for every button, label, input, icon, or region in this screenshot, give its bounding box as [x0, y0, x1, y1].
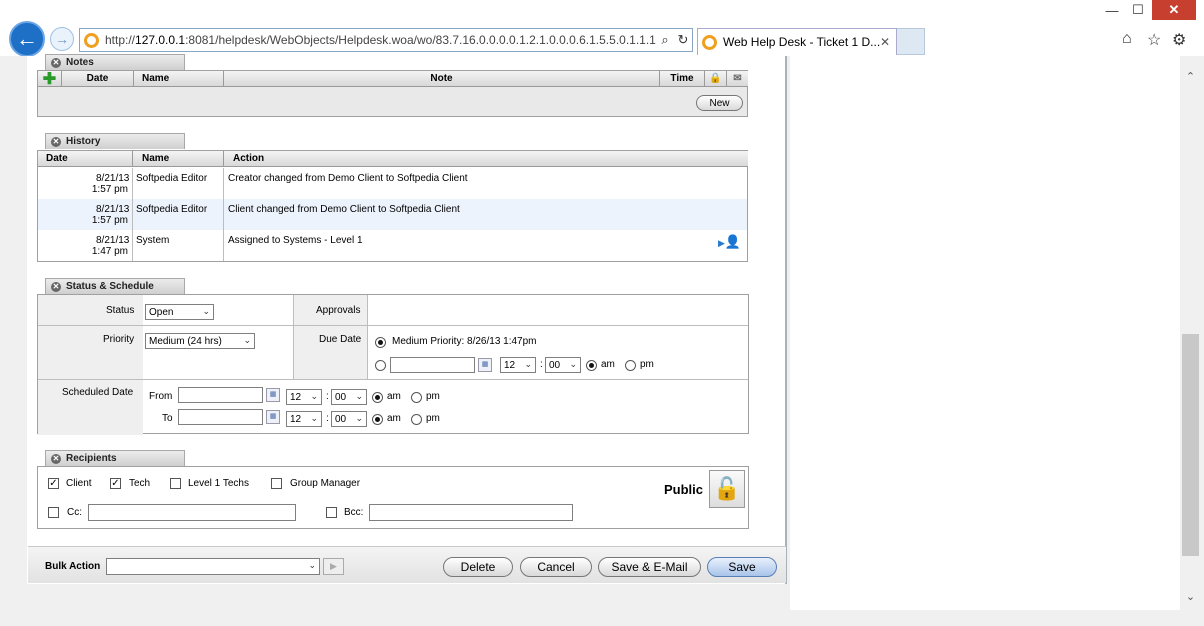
to-pm-radio[interactable]	[411, 414, 422, 425]
history-col-name[interactable]: Name	[133, 151, 224, 167]
due-am-radio[interactable]	[586, 360, 597, 371]
scroll-up-icon[interactable]: ⌃	[1181, 70, 1200, 84]
collapse-icon[interactable]: ✕	[51, 453, 61, 464]
lock-icon: 🔒	[705, 71, 727, 87]
status-select[interactable]: Open ⌄	[145, 304, 214, 320]
history-header[interactable]: ✕ History	[45, 133, 185, 149]
calendar-icon[interactable]: ▦	[266, 410, 280, 424]
tab-close-icon[interactable]: ✕	[880, 35, 896, 49]
table-row[interactable]: 8/21/13 1:57 pm Softpedia Editor Client …	[38, 199, 747, 230]
history-col-action[interactable]: Action	[224, 151, 748, 167]
scroll-down-icon[interactable]: ⌄	[1181, 590, 1200, 604]
bulk-action-label: Bulk Action	[45, 561, 101, 572]
calendar-icon[interactable]: ▦	[478, 358, 492, 372]
history-panel: Date Name Action 8/21/13 1:57 pm Softped…	[37, 150, 748, 262]
to-date-input[interactable]	[178, 409, 263, 425]
save-button[interactable]: Save	[707, 557, 777, 577]
collapse-icon[interactable]: ✕	[51, 136, 61, 147]
recipients-header[interactable]: ✕ Recipients	[45, 450, 185, 466]
due-priority-text: Medium Priority: 8/26/13 1:47pm	[392, 336, 537, 347]
site-favicon-icon	[84, 32, 99, 48]
group-manager-checkbox[interactable]	[271, 478, 282, 489]
priority-label: Priority	[103, 334, 135, 345]
from-date-input[interactable]	[178, 387, 263, 403]
back-arrow-icon: ←	[16, 26, 38, 51]
close-window-button[interactable]: ✕	[1152, 0, 1196, 20]
to-minute-select[interactable]: 00 ⌄	[331, 411, 367, 427]
right-pane	[790, 56, 1180, 610]
notes-col-name[interactable]: Name	[134, 71, 224, 87]
mail-icon: ✉	[727, 71, 748, 87]
due-priority-radio[interactable]	[375, 337, 386, 348]
bulk-action-select[interactable]: ⌄	[106, 558, 320, 575]
status-schedule-header[interactable]: ✕ Status & Schedule	[45, 278, 185, 294]
notes-col-date[interactable]: Date	[62, 71, 134, 87]
new-tab-button[interactable]	[897, 28, 925, 55]
unlock-icon[interactable]: 🔓	[709, 470, 745, 508]
tech-checkbox[interactable]: ✓	[110, 478, 121, 489]
gear-icon[interactable]: ⚙	[1172, 30, 1186, 50]
notes-header[interactable]: ✕ Notes	[45, 54, 185, 70]
recipients-panel: ✓ Client ✓ Tech Level 1 Techs Group Mana…	[37, 466, 749, 529]
scheduled-date-label: Scheduled Date	[62, 387, 134, 398]
address-text: http://127.0.0.1:8081/helpdesk/WebObject…	[105, 33, 656, 47]
history-col-date[interactable]: Date	[38, 151, 133, 167]
back-button[interactable]: ←	[9, 21, 45, 57]
bulk-action-go-button[interactable]: ▶	[323, 558, 344, 575]
forward-button[interactable]: →	[50, 27, 74, 51]
browser-tab[interactable]: Web Help Desk - Ticket 1 D... ✕	[697, 28, 897, 55]
table-row[interactable]: 8/21/13 1:57 pm Softpedia Editor Creator…	[38, 168, 747, 199]
due-date-label: Due Date	[319, 334, 362, 345]
add-note-icon[interactable]: ✚	[38, 71, 62, 88]
collapse-icon[interactable]: ✕	[51, 57, 61, 68]
cc-checkbox[interactable]	[48, 507, 59, 518]
bcc-checkbox[interactable]	[326, 507, 337, 518]
status-schedule-panel: Status Open ⌄ Approvals Priority Medium (…	[37, 294, 749, 435]
notes-col-time[interactable]: Time	[660, 71, 705, 87]
from-hour-select[interactable]: 12 ⌄	[286, 389, 322, 405]
chevron-down-icon: ⌄	[308, 560, 316, 570]
minimize-button[interactable]: —	[1100, 0, 1124, 20]
chevron-down-icon: ⌄	[243, 335, 251, 345]
calendar-icon[interactable]: ▦	[266, 388, 280, 402]
notes-panel: ✚ Date Name Note Time 🔒 ✉ New	[37, 70, 748, 117]
refresh-icon[interactable]: ↻	[674, 32, 692, 48]
priority-select[interactable]: Medium (24 hrs) ⌄	[145, 333, 255, 349]
collapse-icon[interactable]: ✕	[51, 281, 61, 292]
due-hour-select[interactable]: 12 ⌄	[500, 357, 536, 373]
scrollbar-thumb[interactable]	[1182, 334, 1199, 556]
approvals-label: Approvals	[316, 305, 361, 316]
chevron-down-icon: ⌄	[202, 306, 210, 316]
tab-title: Web Help Desk - Ticket 1 D...	[723, 35, 880, 49]
status-label: Status	[106, 305, 135, 316]
delete-button[interactable]: Delete	[443, 557, 513, 577]
due-minute-select[interactable]: 00 ⌄	[545, 357, 581, 373]
client-checkbox[interactable]: ✓	[48, 478, 59, 489]
maximize-button[interactable]: ☐	[1126, 0, 1150, 20]
level1-techs-checkbox[interactable]	[170, 478, 181, 489]
from-pm-radio[interactable]	[411, 392, 422, 403]
new-note-button[interactable]: New	[696, 95, 743, 111]
table-row[interactable]: 8/21/13 1:47 pm System Assigned to Syste…	[38, 230, 747, 261]
from-minute-select[interactable]: 00 ⌄	[331, 389, 367, 405]
home-icon[interactable]: ⌂	[1122, 30, 1132, 48]
assign-user-icon[interactable]: ▶👤	[718, 234, 741, 250]
forward-arrow-icon: →	[55, 31, 69, 47]
tab-favicon-icon	[702, 34, 717, 50]
favorites-star-icon[interactable]: ☆	[1147, 30, 1161, 50]
to-am-radio[interactable]	[372, 414, 383, 425]
save-email-button[interactable]: Save & E-Mail	[598, 557, 701, 577]
from-am-radio[interactable]	[372, 392, 383, 403]
search-icon[interactable]: ⌕	[656, 32, 674, 48]
due-custom-radio[interactable]	[375, 360, 386, 371]
visibility-label: Public	[664, 482, 704, 497]
bcc-input[interactable]	[369, 504, 573, 521]
cancel-button[interactable]: Cancel	[520, 557, 592, 577]
notes-col-note[interactable]: Note	[224, 71, 660, 87]
address-bar[interactable]: http://127.0.0.1:8081/helpdesk/WebObject…	[79, 28, 693, 52]
due-date-input[interactable]	[390, 357, 475, 373]
cc-input[interactable]	[88, 504, 296, 521]
to-hour-select[interactable]: 12 ⌄	[286, 411, 322, 427]
due-pm-radio[interactable]	[625, 360, 636, 371]
